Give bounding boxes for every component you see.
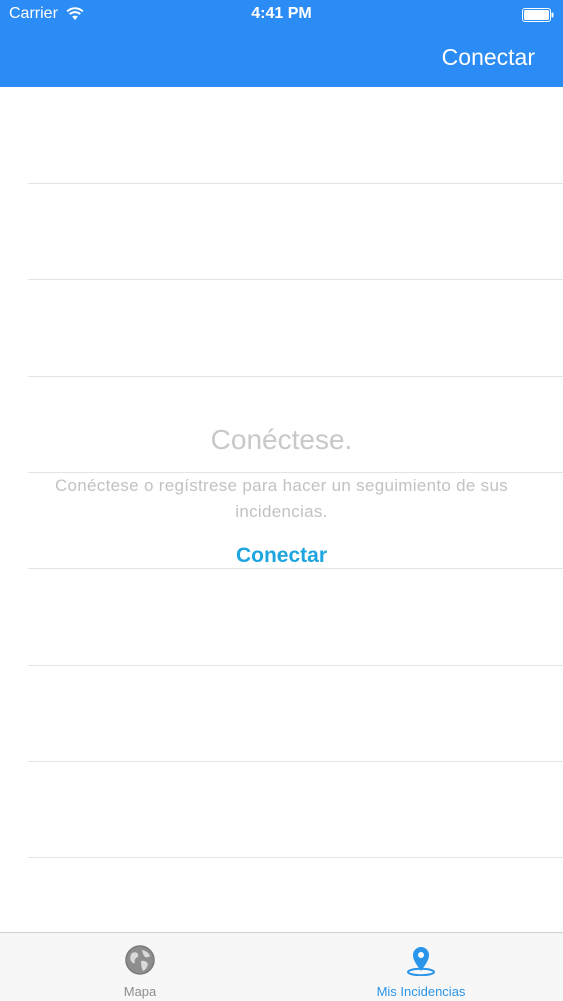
tab-label: Mis Incidencias: [376, 984, 466, 999]
row-separator: [28, 665, 563, 666]
tab-mapa[interactable]: Mapa: [40, 933, 240, 1001]
navigation-bar: Carrier 4:41 PM Conectar: [0, 0, 563, 87]
globe-icon: [125, 945, 155, 975]
status-time: 4:41 PM: [251, 5, 312, 22]
connect-button[interactable]: Conectar: [0, 544, 563, 568]
row-separator: [28, 183, 563, 184]
location-pin-icon: [407, 947, 435, 976]
status-bar: Carrier 4:41 PM: [0, 0, 563, 30]
tab-bar: Mapa Mis Incidencias: [0, 932, 563, 1001]
row-separator: [28, 279, 563, 280]
tab-label: Mapa: [123, 984, 157, 999]
battery-icon: [522, 8, 554, 22]
empty-state-title: Conéctese.: [210, 424, 353, 455]
row-separator: [28, 857, 563, 858]
row-separator: [28, 761, 563, 762]
tab-mis-incidencias[interactable]: Mis Incidencias: [321, 933, 521, 1001]
row-separator: [28, 376, 563, 377]
row-separator: [28, 568, 563, 569]
empty-state-message: Conéctese o regístrese para hacer un seg…: [54, 476, 509, 521]
connect-nav-button[interactable]: Conectar: [442, 44, 535, 71]
